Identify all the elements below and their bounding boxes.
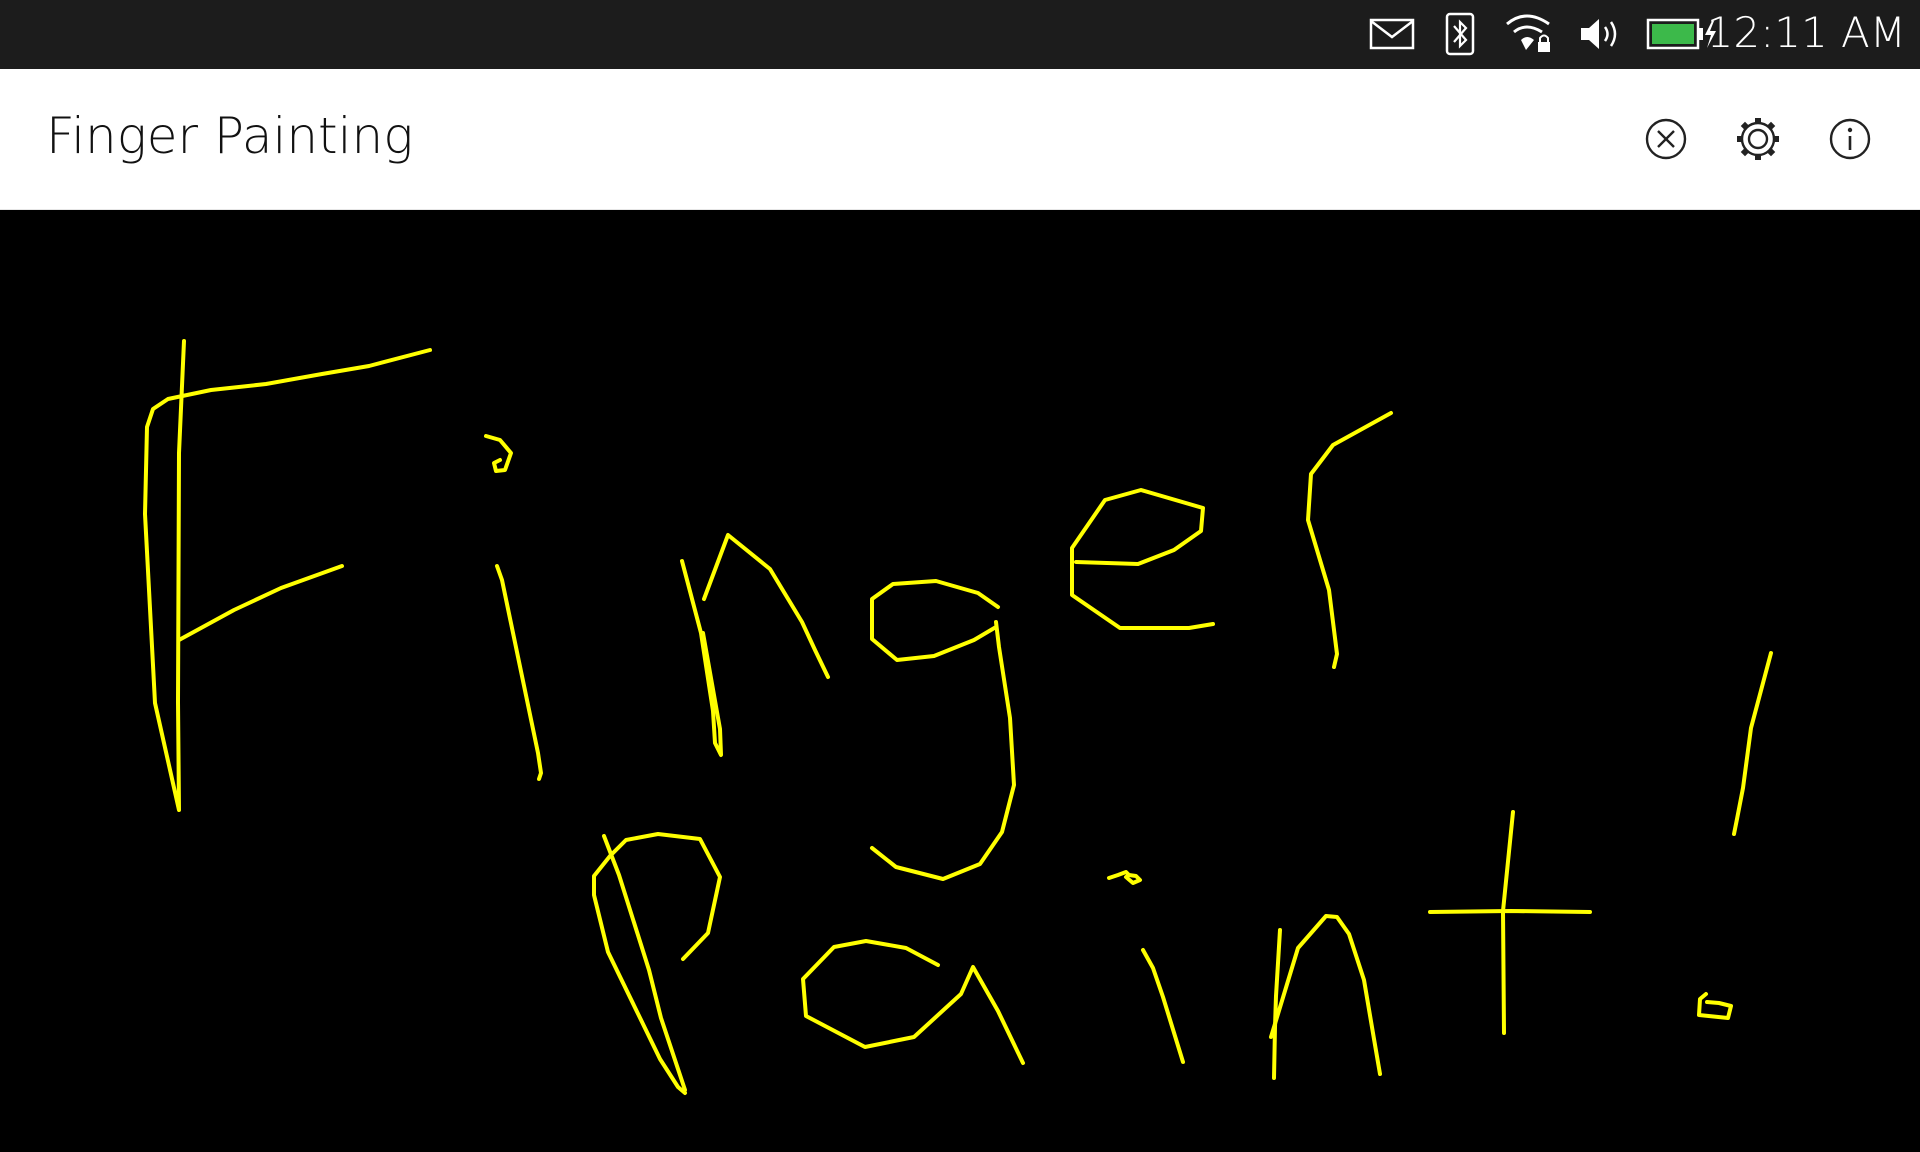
stroke-e — [1070, 488, 1215, 630]
wifi-locked-icon[interactable] — [1504, 12, 1554, 56]
stroke-p-stem — [592, 832, 722, 1095]
battery-level — [1652, 24, 1694, 44]
clear-button[interactable] — [1642, 115, 1690, 163]
stroke-f-left — [143, 339, 432, 812]
settings-button[interactable] — [1734, 115, 1782, 163]
drawing-canvas[interactable] — [0, 210, 1920, 1152]
stroke-g-tail — [870, 620, 1016, 881]
bluetooth-icon[interactable] — [1444, 12, 1476, 56]
stroke-n-left — [680, 559, 723, 757]
stroke-n-right — [702, 533, 830, 679]
stroke-r — [1306, 411, 1393, 669]
stroke-f-middle — [177, 564, 344, 642]
stroke-t-crossbar — [1428, 909, 1592, 914]
stroke-p-inner — [602, 834, 687, 1092]
page-title: Finger Painting — [46, 107, 414, 165]
mail-icon[interactable] — [1368, 12, 1416, 56]
app-header: Finger Painting — [0, 69, 1920, 210]
info-icon — [1829, 118, 1871, 160]
stroke-exclamation-dot — [1697, 992, 1733, 1020]
clear-icon — [1645, 118, 1687, 160]
status-time: 12:11 AM — [1706, 8, 1906, 57]
painted-strokes — [143, 339, 1773, 1095]
stroke-i — [495, 564, 543, 781]
stroke-n2-right — [1269, 914, 1382, 1076]
stroke-i-dot — [484, 434, 513, 473]
stroke-i2-dot — [1107, 870, 1142, 885]
settings-icon — [1737, 118, 1779, 160]
stroke-i2 — [1141, 948, 1185, 1064]
volume-icon[interactable] — [1578, 12, 1624, 56]
info-button[interactable] — [1826, 115, 1874, 163]
stroke-exclamation — [1732, 651, 1773, 836]
stroke-t-vertical — [1501, 810, 1515, 1035]
stroke-a — [801, 939, 1025, 1065]
stroke-g-bowl — [870, 579, 1000, 662]
status-bar: 12:11 AM — [0, 0, 1920, 69]
